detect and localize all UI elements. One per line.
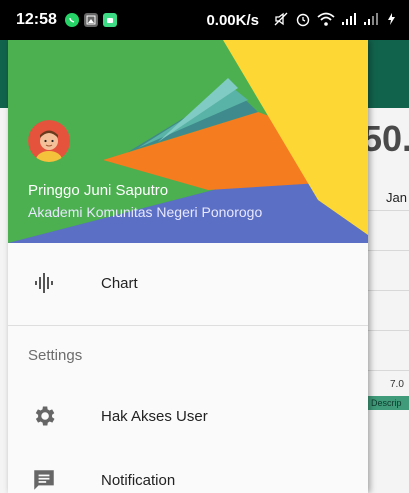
notification-icon — [29, 465, 59, 493]
network-speed: 0.00K/s — [206, 11, 259, 29]
settings-section-title: Settings — [28, 346, 83, 364]
status-time: 12:58 — [16, 11, 57, 28]
signal-icon — [363, 12, 379, 29]
drawer-header: Pringgo Juni Saputro Akademi Komunitas N… — [8, 40, 368, 243]
background-row-divider — [368, 210, 409, 211]
background-row-divider — [368, 290, 409, 291]
android-icon — [102, 13, 117, 27]
background-description-label: Descrip — [368, 396, 409, 410]
gear-icon — [29, 401, 59, 431]
status-bar: 12:58 0.00K/s — [0, 0, 409, 40]
menu-item-notification[interactable]: Notification — [8, 448, 368, 493]
background-row-divider — [368, 370, 409, 371]
background-row-divider — [368, 330, 409, 331]
menu-item-label: Notification — [101, 471, 176, 489]
menu-item-label: Hak Akses User — [101, 407, 208, 425]
gallery-icon — [83, 13, 98, 27]
charging-icon — [385, 12, 399, 29]
background-big-value: 50. — [362, 118, 409, 159]
wifi-icon — [317, 11, 335, 30]
user-name: Pringgo Juni Saputro — [28, 182, 169, 199]
avatar[interactable] — [28, 120, 70, 162]
navigation-drawer: Pringgo Juni Saputro Akademi Komunitas N… — [8, 40, 368, 493]
mute-icon — [273, 11, 289, 30]
menu-item-hak-akses-user[interactable]: Hak Akses User — [8, 384, 368, 448]
menu-item-chart[interactable]: Chart — [8, 243, 368, 323]
chart-icon — [29, 268, 59, 298]
background-tick-value: 7.0 — [390, 379, 404, 390]
whatsapp-icon — [64, 13, 79, 27]
alarm-icon — [295, 11, 311, 30]
background-column-header: Jan — [386, 190, 407, 205]
menu-item-label: Chart — [101, 274, 138, 292]
user-organization: Akademi Komunitas Negeri Ponorogo — [28, 204, 263, 220]
background-row-divider — [368, 250, 409, 251]
signal-icon — [341, 12, 357, 29]
